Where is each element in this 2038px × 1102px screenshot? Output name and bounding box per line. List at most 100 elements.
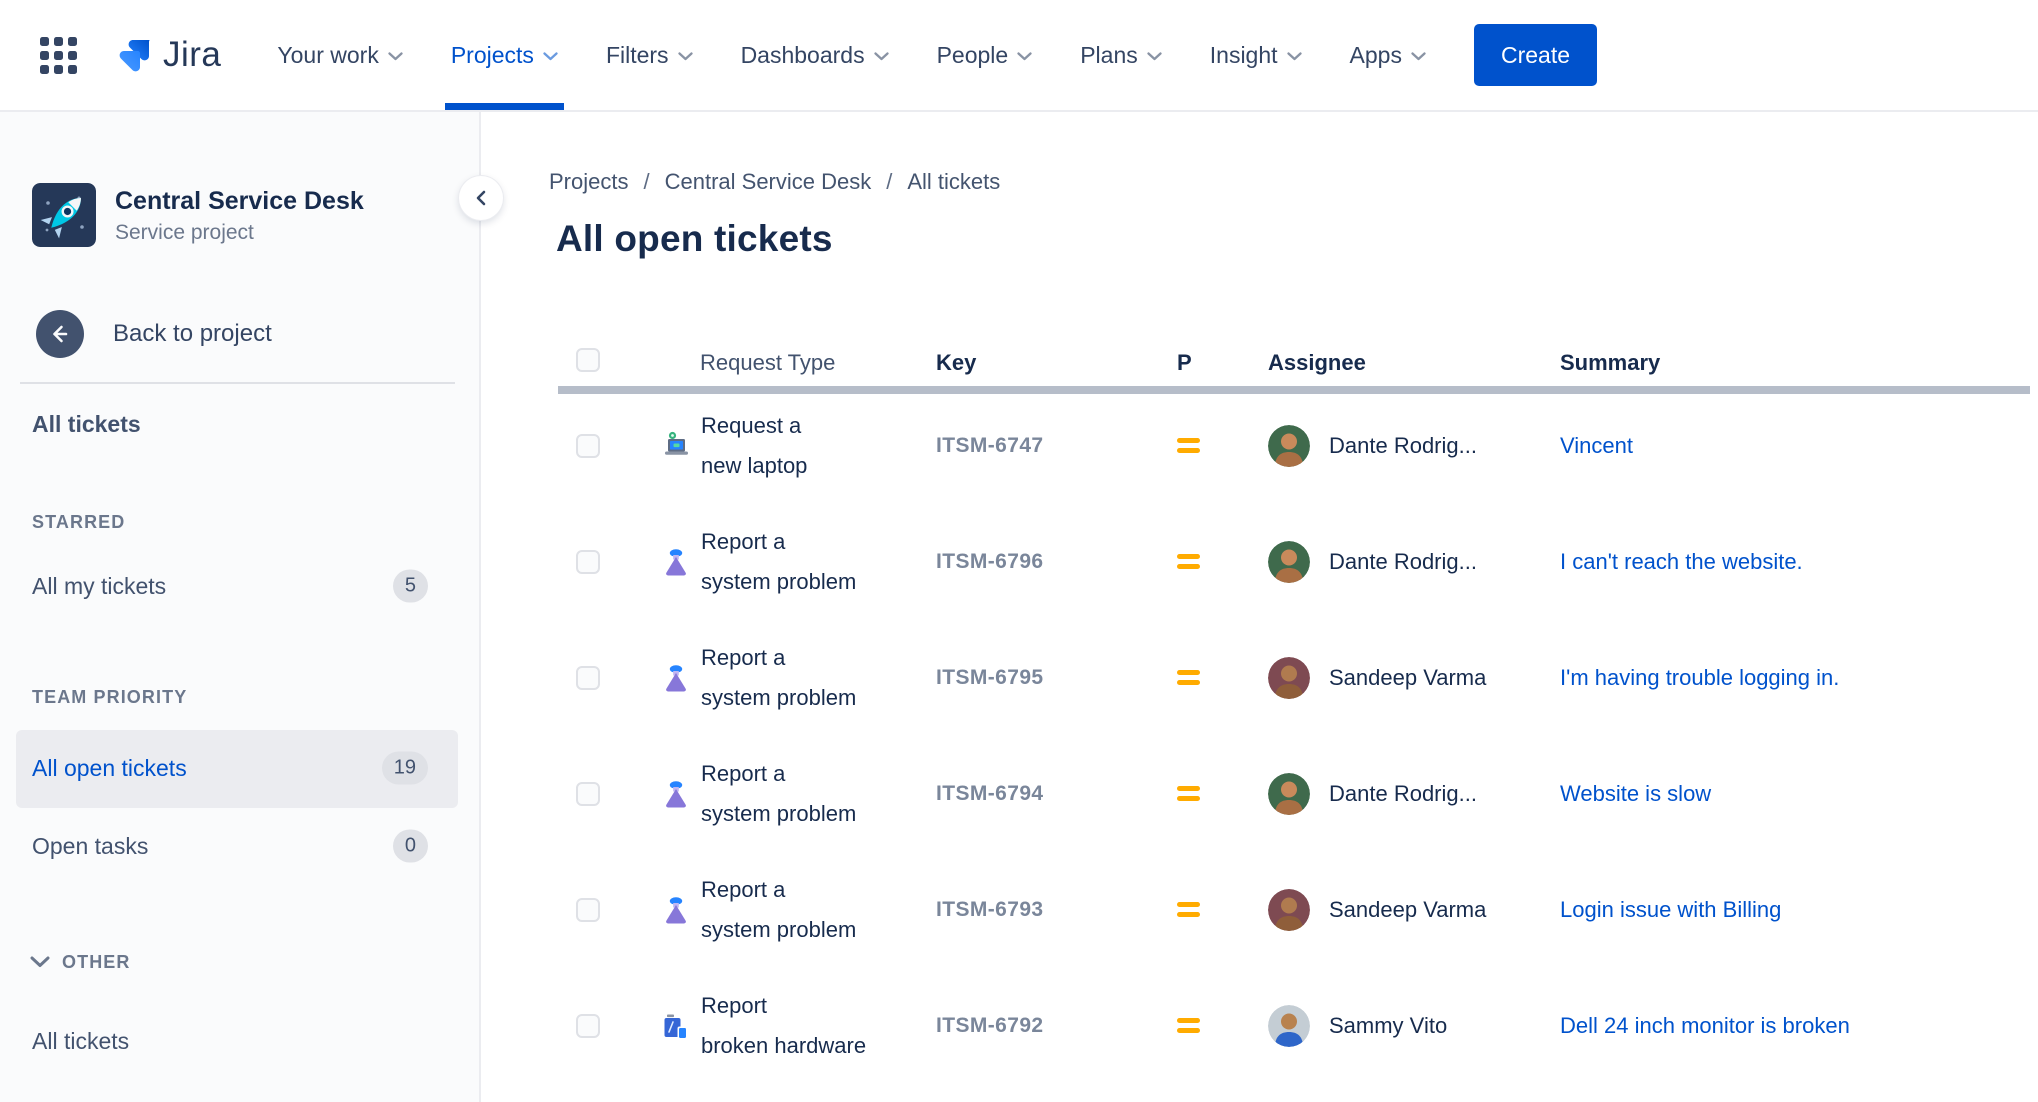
chevron-down-icon — [873, 52, 889, 61]
breadcrumb-all-tickets[interactable]: All tickets — [907, 169, 1000, 195]
project-name: Central Service Desk — [115, 186, 364, 215]
sidebar-item-all-open-tickets[interactable]: All open tickets 19 — [32, 751, 479, 785]
row-checkbox[interactable] — [576, 782, 600, 806]
column-header-key[interactable]: Key — [936, 350, 1177, 376]
breadcrumb-projects[interactable]: Projects — [549, 169, 628, 195]
chevron-down-icon[interactable] — [30, 956, 50, 968]
issue-key: ITSM-6792 — [936, 1014, 1044, 1037]
project-type: Service project — [115, 220, 254, 244]
breadcrumb-separator: / — [643, 169, 650, 194]
nav-item-dashboards[interactable]: Dashboards — [741, 0, 889, 110]
breadcrumb: Projects / Central Service Desk / All ti… — [549, 169, 1000, 195]
table-row: Report a system problem ITSM-6794 Dante … — [558, 744, 2038, 860]
breadcrumb-central-service-desk[interactable]: Central Service Desk — [665, 169, 872, 195]
summary-link[interactable]: Vincent — [1560, 433, 1633, 458]
request-type-label: Request a new laptop — [701, 413, 808, 478]
assignee-name: Sandeep Varma — [1329, 665, 1487, 690]
jira-logo[interactable]: Jira — [113, 34, 221, 76]
sidebar-heading-starred: STARRED — [32, 511, 126, 532]
table-row: Report broken hardware ITSM-6792 Sammy V… — [558, 976, 2038, 1092]
avatar-sandeep-varma[interactable] — [1268, 657, 1310, 699]
nav-item-plans[interactable]: Plans — [1080, 0, 1162, 110]
priority-medium-icon — [1177, 786, 1200, 801]
priority-medium-icon — [1177, 670, 1200, 685]
summary-link[interactable]: Login issue with Billing — [1560, 897, 1781, 922]
horizontal-scrollbar[interactable] — [558, 386, 2030, 394]
column-header-assignee[interactable]: Assignee — [1268, 350, 1560, 376]
back-to-project[interactable]: Back to project — [36, 310, 272, 358]
count-badge: 5 — [392, 569, 428, 603]
nav-item-insight[interactable]: Insight — [1210, 0, 1302, 110]
chevron-down-icon — [388, 52, 403, 61]
row-checkbox[interactable] — [576, 1014, 600, 1038]
nav-item-projects[interactable]: Projects — [444, 0, 565, 110]
breadcrumb-separator: / — [886, 169, 893, 194]
table-row: Report a system problem ITSM-6793 Sandee… — [558, 860, 2038, 976]
chevron-left-icon — [476, 190, 486, 206]
sidebar-item-all-tickets-other[interactable]: All tickets — [32, 1024, 479, 1058]
ticket-table: Request a new laptop ITSM-6747 Dante Rod… — [558, 396, 2038, 1092]
chevron-down-icon — [1286, 52, 1302, 61]
nav-item-your-work[interactable]: Your work — [277, 0, 403, 110]
priority-medium-icon — [1177, 438, 1200, 453]
chevron-down-icon — [1147, 52, 1162, 61]
request-type-label: Report a system problem — [701, 645, 857, 710]
assignee-name: Dante Rodrig... — [1329, 433, 1477, 458]
assignee-name: Sammy Vito — [1329, 1013, 1448, 1038]
column-header-summary[interactable]: Summary — [1560, 350, 2038, 376]
priority-medium-icon — [1177, 1018, 1200, 1033]
system-problem-icon — [666, 665, 686, 692]
sidebar-heading-team-priority: TEAM PRIORITY — [32, 686, 188, 707]
nav-item-people[interactable]: People — [937, 0, 1033, 110]
table-row: Report a system problem ITSM-6795 Sandee… — [558, 628, 2038, 744]
jira-logo-icon — [119, 40, 150, 72]
sidebar-item-all-my-tickets[interactable]: All my tickets 5 — [32, 569, 479, 603]
summary-link[interactable]: Dell 24 inch monitor is broken — [1560, 1013, 1850, 1038]
rocket-project-icon — [32, 183, 96, 247]
avatar-dante-rodriguez[interactable] — [1268, 773, 1310, 815]
nav-item-apps[interactable]: Apps — [1350, 0, 1426, 110]
app-switcher-icon[interactable] — [40, 36, 77, 74]
column-header-priority[interactable]: P — [1177, 350, 1268, 376]
issue-key: ITSM-6747 — [936, 434, 1044, 457]
issue-key: ITSM-6794 — [936, 782, 1044, 805]
sidebar-collapse-button[interactable] — [459, 176, 503, 220]
assignee-name: Sandeep Varma — [1329, 897, 1487, 922]
request-type-label: Report broken hardware — [701, 993, 867, 1058]
summary-link[interactable]: Website is slow — [1560, 781, 1711, 806]
avatar-dante-rodriguez[interactable] — [1268, 541, 1310, 583]
count-badge: 19 — [381, 751, 428, 785]
issue-key: ITSM-6796 — [936, 550, 1044, 573]
sidebar-divider — [20, 382, 455, 384]
avatar-dante-rodriguez[interactable] — [1268, 425, 1310, 467]
nav-item-filters[interactable]: Filters — [606, 0, 693, 110]
row-checkbox[interactable] — [576, 666, 600, 690]
summary-link[interactable]: I can't reach the website. — [1560, 549, 1803, 574]
select-all-checkbox[interactable] — [576, 348, 600, 372]
chevron-down-icon — [677, 52, 693, 61]
request-type-label: Report a system problem — [701, 877, 857, 942]
top-navigation-bar: Jira Your work Projects Filters Dashboar… — [0, 0, 2038, 112]
laptop-icon — [665, 431, 688, 455]
main-content: Projects / Central Service Desk / All ti… — [483, 112, 2038, 1102]
row-checkbox[interactable] — [576, 434, 600, 458]
summary-link[interactable]: I'm having trouble logging in. — [1560, 665, 1839, 690]
count-badge: 0 — [392, 829, 428, 863]
sidebar-item-all-tickets-top[interactable]: All tickets — [32, 407, 479, 441]
back-arrow-icon — [36, 310, 84, 358]
column-header-request-type: Request Type — [700, 350, 836, 375]
assignee-name: Dante Rodrig... — [1329, 781, 1477, 806]
page-title: All open tickets — [556, 218, 833, 259]
priority-medium-icon — [1177, 554, 1200, 569]
sidebar-item-open-tasks[interactable]: Open tasks 0 — [32, 829, 479, 863]
request-type-label: Report a system problem — [701, 761, 857, 826]
chevron-down-icon — [1411, 52, 1426, 61]
issue-key: ITSM-6795 — [936, 666, 1044, 689]
avatar-sammy-vito[interactable] — [1268, 1005, 1310, 1047]
create-button[interactable]: Create — [1473, 24, 1598, 86]
row-checkbox[interactable] — [576, 550, 600, 574]
avatar-sandeep-varma[interactable] — [1268, 889, 1310, 931]
back-to-project-label: Back to project — [113, 320, 272, 347]
sidebar-heading-other[interactable]: OTHER — [62, 951, 131, 973]
row-checkbox[interactable] — [576, 898, 600, 922]
